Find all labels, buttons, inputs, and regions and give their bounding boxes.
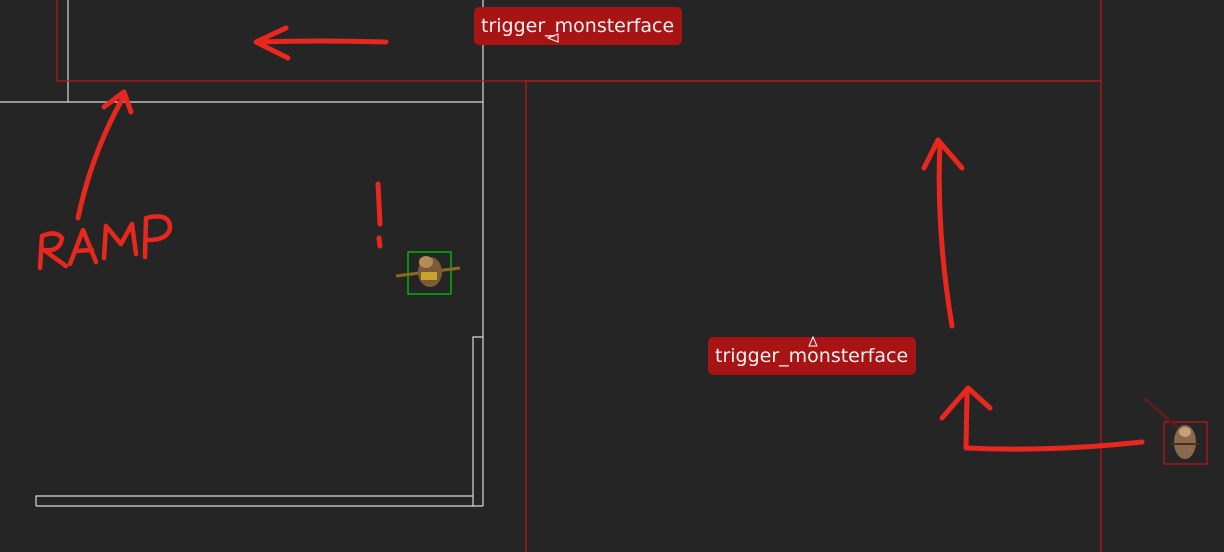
triangle-left-icon — [546, 33, 559, 43]
trigger-arrow-overlay — [546, 33, 818, 347]
level-editor-viewport[interactable]: trigger_monsterface trigger_monsterface — [0, 0, 1224, 552]
triangle-up-icon — [808, 335, 818, 347]
